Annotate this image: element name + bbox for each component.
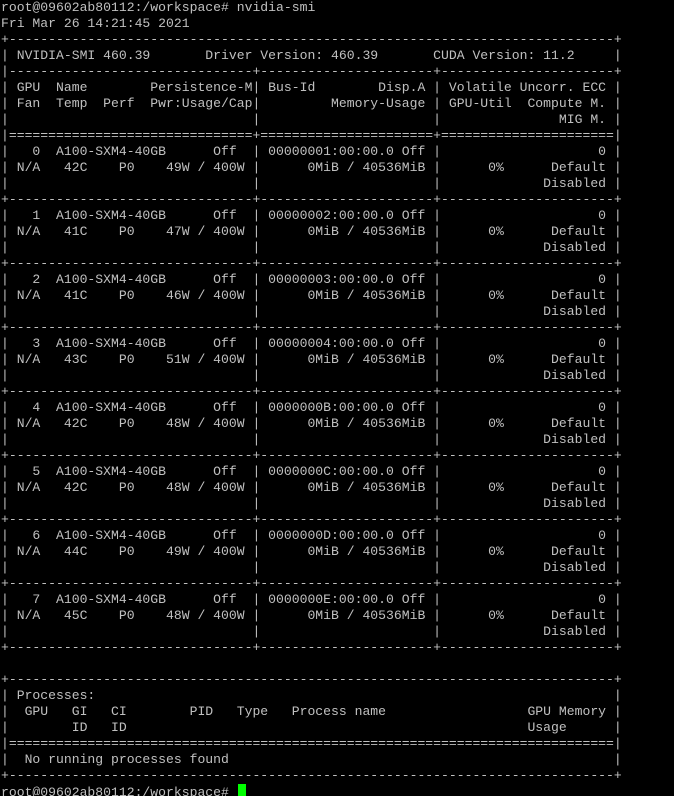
output-line: +-------------------------------+-------… [1, 640, 622, 655]
output-line: | | | Disabled | [1, 496, 622, 511]
timestamp: Fri Mar 26 14:21:45 2021 [1, 16, 190, 31]
output-line: | Processes: | [1, 688, 622, 703]
output-line: +-------------------------------+-------… [1, 384, 622, 399]
output-line: | 1 A100-SXM4-40GB Off | 00000002:00:00.… [1, 208, 622, 223]
output-line: | N/A 42C P0 49W / 400W | 0MiB / 40536Mi… [1, 160, 622, 175]
output-line: | N/A 45C P0 48W / 400W | 0MiB / 40536Mi… [1, 608, 622, 623]
command-line: root@09602ab80112:/workspace# nvidia-smi [1, 0, 316, 15]
output-line: | N/A 41C P0 47W / 400W | 0MiB / 40536Mi… [1, 224, 622, 239]
output-line: +---------------------------------------… [1, 768, 622, 783]
output-line: | N/A 42C P0 48W / 400W | 0MiB / 40536Mi… [1, 480, 622, 495]
text-cursor [237, 784, 246, 796]
output-line: +---------------------------------------… [1, 672, 622, 687]
output-line: | | | Disabled | [1, 560, 622, 575]
output-line: |=======================================… [1, 736, 622, 751]
output-line: | 0 A100-SXM4-40GB Off | 00000001:00:00.… [1, 144, 622, 159]
output-line: | NVIDIA-SMI 460.39 Driver Version: 460.… [1, 48, 622, 63]
output-line: | N/A 42C P0 48W / 400W | 0MiB / 40536Mi… [1, 416, 622, 431]
output-line: | Fan Temp Perf Pwr:Usage/Cap| Memory-Us… [1, 96, 622, 111]
output-line: +-------------------------------+-------… [1, 448, 622, 463]
output-line: +-------------------------------+-------… [1, 320, 622, 335]
output-line: | | | Disabled | [1, 624, 622, 639]
output-line: | 6 A100-SXM4-40GB Off | 0000000D:00:00.… [1, 528, 622, 543]
output-line: +---------------------------------------… [1, 32, 622, 47]
nvidia-smi-output: +---------------------------------------… [1, 32, 622, 784]
output-line: | GPU Name Persistence-M| Bus-Id Disp.A … [1, 80, 622, 95]
output-line: | | | Disabled | [1, 176, 622, 191]
shell-prompt[interactable]: root@09602ab80112:/workspace# [1, 784, 622, 796]
output-line: |-------------------------------+-------… [1, 64, 622, 79]
output-line: +-------------------------------+-------… [1, 256, 622, 271]
output-line: | N/A 43C P0 51W / 400W | 0MiB / 40536Mi… [1, 352, 622, 367]
terminal-window[interactable]: root@09602ab80112:/workspace# nvidia-smi… [0, 0, 674, 796]
output-line: +-------------------------------+-------… [1, 512, 622, 527]
output-line: | N/A 41C P0 46W / 400W | 0MiB / 40536Mi… [1, 288, 622, 303]
output-line: | GPU GI CI PID Type Process name GPU Me… [1, 704, 622, 719]
output-line: | ID ID Usage | [1, 720, 622, 735]
output-line: | | | Disabled | [1, 368, 622, 383]
output-line: | | | Disabled | [1, 304, 622, 319]
output-line: | | | Disabled | [1, 432, 622, 447]
output-line: | 4 A100-SXM4-40GB Off | 0000000B:00:00.… [1, 400, 622, 415]
output-line: | 2 A100-SXM4-40GB Off | 00000003:00:00.… [1, 272, 622, 287]
output-line: | 7 A100-SXM4-40GB Off | 0000000E:00:00.… [1, 592, 622, 607]
output-line: | 3 A100-SXM4-40GB Off | 00000004:00:00.… [1, 336, 622, 351]
output-line: | No running processes found | [1, 752, 622, 767]
output-line: |===============================+=======… [1, 128, 622, 143]
output-line: | 5 A100-SXM4-40GB Off | 0000000C:00:00.… [1, 464, 622, 479]
output-line: +-------------------------------+-------… [1, 576, 622, 591]
output-line: | | | Disabled | [1, 240, 622, 255]
terminal-output: root@09602ab80112:/workspace# nvidia-smi… [1, 0, 622, 796]
prompt-text: root@09602ab80112:/workspace# [1, 785, 237, 796]
output-line: | N/A 44C P0 49W / 400W | 0MiB / 40536Mi… [1, 544, 622, 559]
output-line: +-------------------------------+-------… [1, 192, 622, 207]
output-line: | | | MIG M. | [1, 112, 622, 127]
